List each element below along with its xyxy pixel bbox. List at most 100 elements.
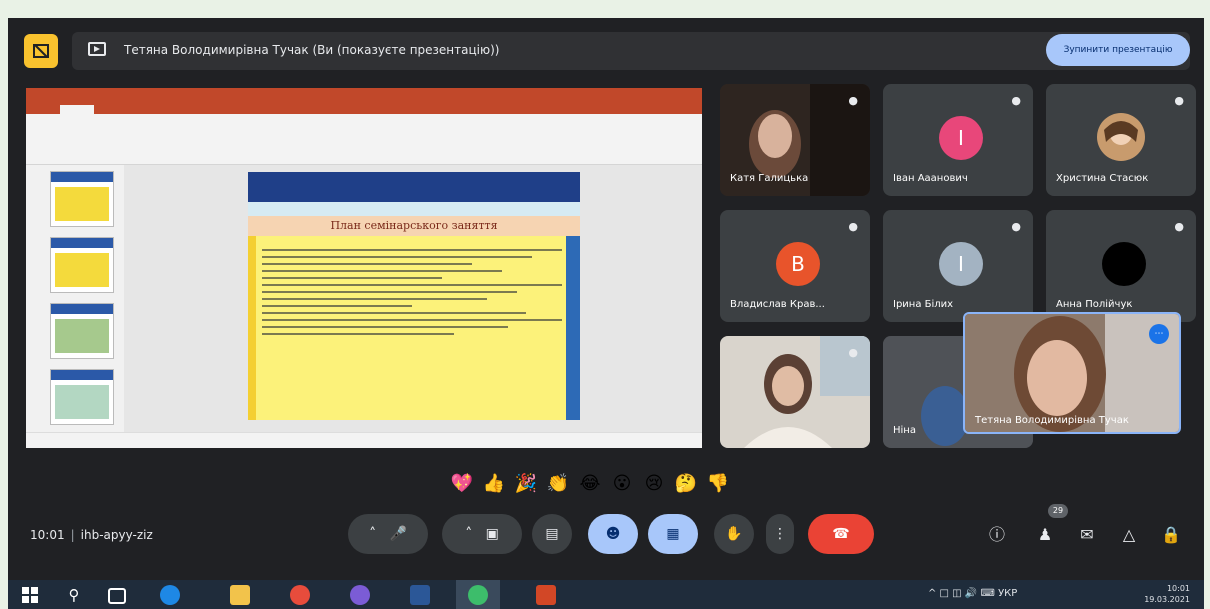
reaction-clap[interactable]: 👏 (542, 468, 574, 500)
captions-button[interactable]: ▤ (532, 514, 572, 554)
app-icon[interactable] (350, 585, 370, 605)
slide-text-lines (262, 244, 562, 414)
participant-tile[interactable]: ● І Іван Ааанович (883, 84, 1033, 196)
emoji-icon: ☻ (605, 526, 621, 542)
stop-presenting-button[interactable]: Зупинити презентацію (1046, 34, 1190, 66)
slide-thumbnail[interactable] (50, 237, 114, 293)
self-view-tile[interactable]: ⋯ Тетяна Володимирівна Тучак (963, 312, 1181, 434)
raise-hand-button[interactable]: ✋ (714, 514, 754, 554)
meet-window: Тетяна Володимирівна Тучак (Ви (показуєт… (8, 18, 1204, 580)
lock-icon: 🔒 (1161, 525, 1181, 544)
reaction-party[interactable]: 🎉 (510, 468, 542, 500)
self-view-name: Тетяна Володимирівна Тучак (975, 415, 1129, 426)
reaction-thumbs-up[interactable]: 👍 (478, 468, 510, 500)
present-screen-icon (88, 42, 106, 56)
participant-name: Ніна (893, 425, 916, 436)
people-button[interactable]: ♟ (1032, 522, 1058, 548)
participant-tile[interactable]: ● В Владислав Крав... (720, 210, 870, 322)
system-tray: ^ □ ◫ 🔊 ⌨ УКР (928, 588, 1018, 599)
reaction-sad[interactable]: 😢 (638, 468, 670, 500)
more-vertical-icon: ⋮ (773, 526, 787, 542)
meeting-info: 10:01 | ihb-apyy-ziz (30, 528, 153, 542)
slide-thumbnails (26, 165, 124, 433)
reaction-thinking[interactable]: 🤔 (670, 468, 702, 500)
info-icon: ⓘ (988, 525, 1005, 544)
reaction-bar: 💖 👍 🎉 👏 😂 😮 😢 🤔 👎 (446, 468, 734, 500)
current-slide: План семінарського заняття (248, 172, 580, 420)
chrome-active-icon[interactable] (468, 585, 488, 605)
system-clock[interactable]: 10:01 19.03.2021 (1144, 583, 1190, 605)
reaction-surprised[interactable]: 😮 (606, 468, 638, 500)
avatar: В (776, 242, 820, 286)
shared-screen: План семінарського заняття (26, 88, 702, 448)
microphone-icon: 🎤 (389, 526, 407, 542)
leave-call-button[interactable]: ☎ (808, 514, 874, 554)
slide-thumbnail[interactable] (50, 303, 114, 359)
hand-icon: ✋ (725, 526, 743, 542)
present-button[interactable]: ▦ (648, 514, 698, 554)
activities-button[interactable]: △ (1116, 522, 1142, 548)
chat-button[interactable]: ✉ (1074, 522, 1100, 548)
call-controls-bar: 10:01 | ihb-apyy-ziz ˄ 🎤 ˄ ▣ ▤ ☻ ▦ ✋ ⋮ ☎ ⓘ… (8, 504, 1204, 562)
avatar: І (939, 116, 983, 160)
camera-button[interactable]: ˄ ▣ (442, 514, 522, 554)
participant-name: Анна Полійчук (1056, 299, 1133, 310)
reaction-laugh[interactable]: 😂 (574, 468, 606, 500)
search-icon[interactable]: ⚲ (64, 585, 84, 605)
hang-up-icon: ☎ (832, 526, 850, 542)
mic-off-icon: ● (1174, 220, 1184, 233)
participant-name: Катя Галицька (730, 173, 809, 184)
mic-off-icon: ● (1011, 94, 1021, 107)
participant-name: Владислав Крав... (730, 299, 825, 310)
windows-taskbar: ⚲ ^ □ ◫ 🔊 ⌨ УКР 10:01 19.03.2021 (8, 580, 1204, 609)
meeting-time: 10:01 (30, 528, 65, 542)
avatar (1102, 242, 1146, 286)
participant-name: Христина Стасюк (1056, 173, 1149, 184)
people-icon: ♟ (1037, 525, 1053, 544)
meeting-details-button[interactable]: ⓘ (984, 522, 1010, 548)
slide-thumbnail[interactable] (50, 171, 114, 227)
windows-start-icon[interactable] (20, 585, 40, 605)
reaction-thumbs-down[interactable]: 👎 (702, 468, 734, 500)
more-options-button[interactable]: ⋮ (766, 514, 794, 554)
powerpoint-statusbar (26, 432, 702, 448)
slide-thumbnail[interactable] (50, 369, 114, 425)
mic-off-icon: ● (848, 220, 858, 233)
file-explorer-icon[interactable] (230, 585, 250, 605)
mic-off-icon: ● (848, 94, 858, 107)
participant-name: Іван Ааанович (893, 173, 968, 184)
powerpoint-ribbon (26, 114, 702, 165)
microphone-button[interactable]: ˄ 🎤 (348, 514, 428, 554)
reaction-heart[interactable]: 💖 (446, 468, 478, 500)
participant-tile[interactable]: ● Анна Полійчук (1046, 210, 1196, 322)
slide-course-line (248, 202, 580, 216)
powerpoint-tabs (26, 102, 702, 117)
avatar: І (939, 242, 983, 286)
participant-tile[interactable]: ● Христина Стасюк (1046, 84, 1196, 196)
emoji-reactions-button[interactable]: ☻ (588, 514, 638, 554)
host-controls-button[interactable]: 🔒 (1158, 522, 1184, 548)
powerpoint-titlebar (26, 88, 702, 102)
present-icon: ▦ (666, 526, 680, 542)
taskbar-time: 10:01 (1166, 584, 1190, 593)
edge-icon[interactable] (160, 585, 180, 605)
word-icon[interactable] (410, 585, 430, 605)
mic-off-icon: ● (1011, 220, 1021, 233)
shapes-icon: △ (1122, 525, 1136, 544)
participant-tile[interactable]: ● Катя Галицька (720, 84, 870, 196)
language-indicator[interactable]: УКР (998, 588, 1017, 599)
participant-name: Ірина Білих (893, 299, 954, 310)
presenter-text: Тетяна Володимирівна Тучак (Ви (показуєт… (124, 43, 500, 57)
more-options-icon[interactable]: ⋯ (1149, 324, 1169, 344)
participant-tile[interactable]: ● І Ірина Білих (883, 210, 1033, 322)
mic-off-icon: ● (848, 346, 858, 359)
task-view-icon[interactable] (108, 588, 126, 604)
camera-icon: ▣ (485, 526, 499, 542)
participant-tile[interactable]: ● (720, 336, 870, 448)
powerpoint-body: План семінарського заняття (26, 165, 702, 433)
meet-logo-icon[interactable] (24, 34, 58, 68)
captions-icon: ▤ (545, 526, 559, 542)
taskbar-date: 19.03.2021 (1144, 595, 1190, 604)
chrome-icon[interactable] (290, 585, 310, 605)
powerpoint-icon[interactable] (536, 585, 556, 605)
